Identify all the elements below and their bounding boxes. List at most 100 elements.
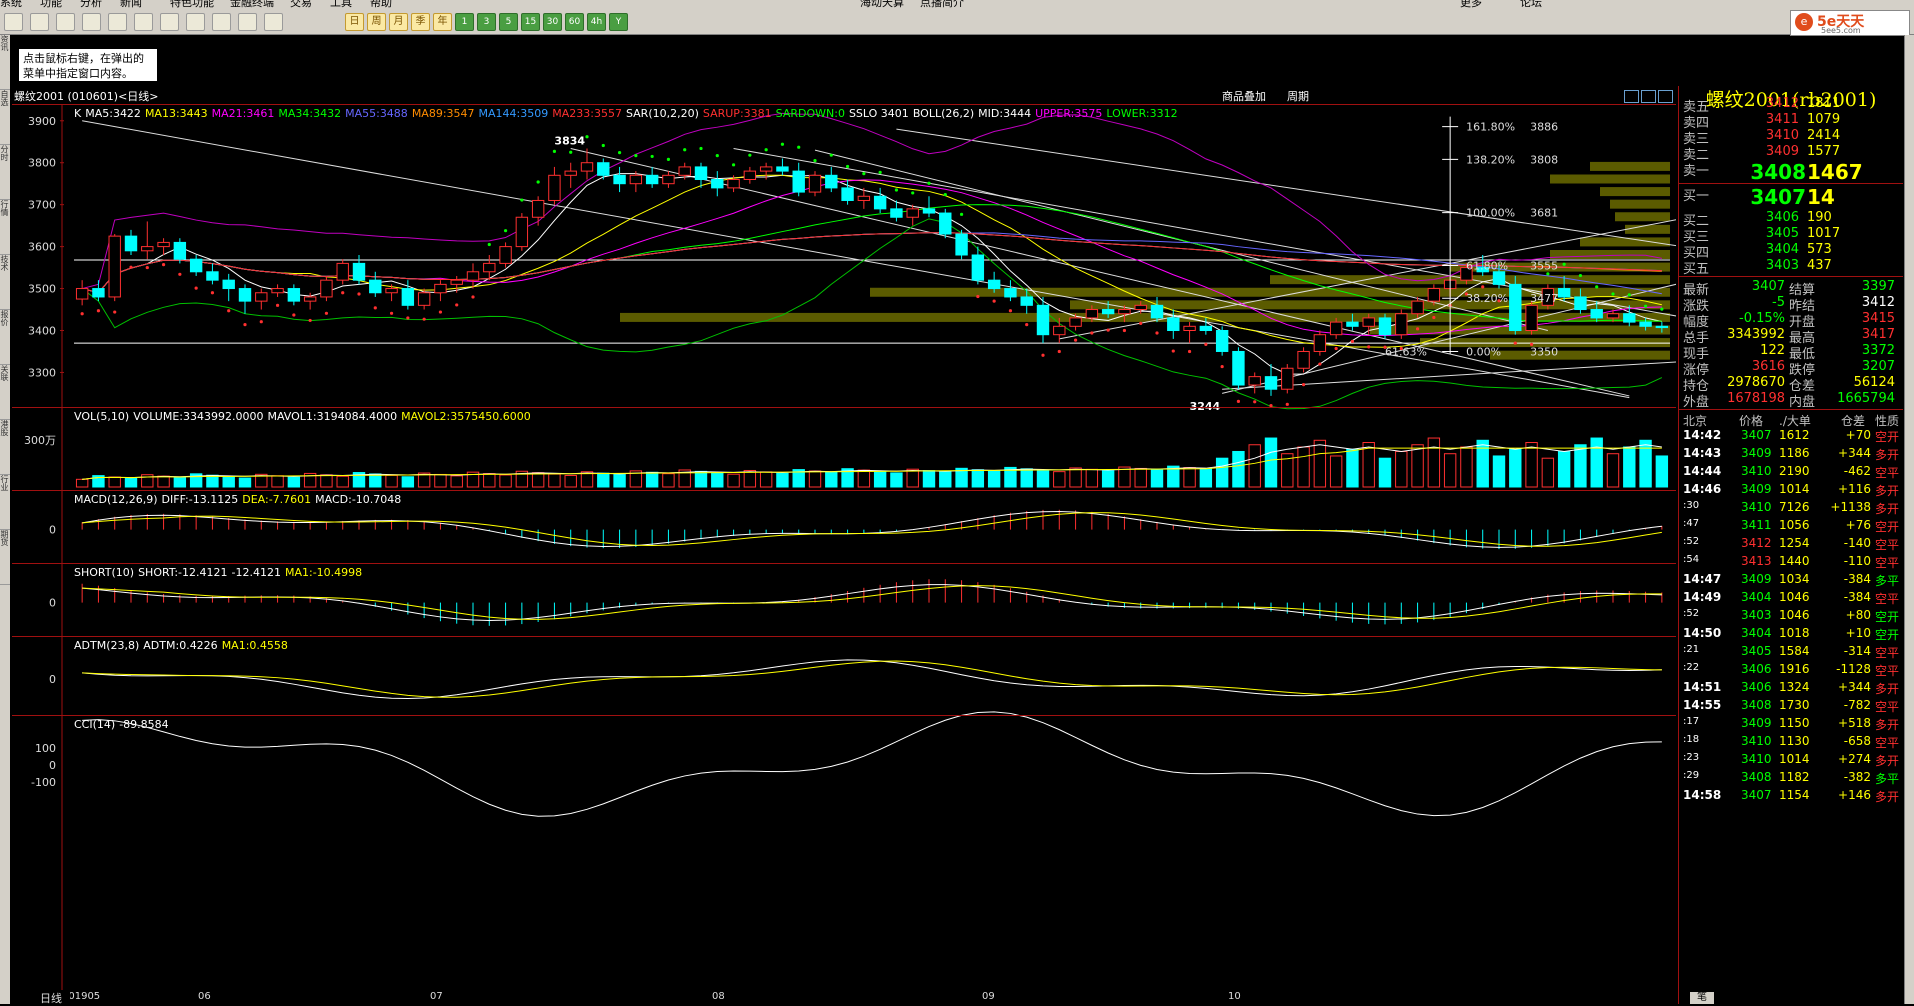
trade-oi-change: -314 bbox=[1843, 644, 1871, 658]
stat-value: -5 bbox=[1772, 295, 1785, 310]
chart-icon[interactable] bbox=[82, 13, 101, 31]
trade-type: 多开 bbox=[1875, 682, 1900, 696]
trade-time: :21 bbox=[1683, 644, 1700, 655]
menu-item[interactable]: 系统 bbox=[0, 0, 22, 8]
trades-header-cell: 北京 bbox=[1683, 414, 1708, 428]
sidebar-tab[interactable]: 关联 bbox=[0, 365, 10, 420]
sidebar-tab[interactable]: 资讯 bbox=[0, 35, 10, 90]
trade-volume: 1254 bbox=[1779, 536, 1810, 550]
trade-price: 3406 bbox=[1741, 662, 1772, 676]
period-link[interactable]: 周期 bbox=[1287, 88, 1309, 104]
ask1-row-volume: 1467 bbox=[1807, 160, 1863, 184]
period-button[interactable]: 年 bbox=[433, 13, 452, 31]
period-button[interactable]: 15 bbox=[521, 13, 540, 31]
sidebar-tab[interactable]: 行情 bbox=[0, 200, 10, 255]
list-icon[interactable] bbox=[238, 13, 257, 31]
sidebar-tab[interactable]: 报价 bbox=[0, 310, 10, 365]
sidebar-tab[interactable]: 港股 bbox=[0, 420, 10, 475]
compare-icon[interactable] bbox=[212, 13, 231, 31]
trade-price: 3409 bbox=[1741, 716, 1772, 730]
indicator-label: SSLO 3401 bbox=[848, 107, 909, 120]
menu-item[interactable]: 更多 bbox=[1460, 0, 1482, 8]
period-button[interactable]: Y bbox=[609, 13, 628, 31]
news-icon[interactable] bbox=[56, 13, 75, 31]
indicator-label: SARUP:3381 bbox=[702, 107, 772, 120]
trade-volume: 1046 bbox=[1779, 590, 1810, 604]
trade-time: 14:50 bbox=[1683, 626, 1722, 640]
sidebar-tab[interactable]: 分时 bbox=[0, 145, 10, 200]
menu-item[interactable]: 工具 bbox=[330, 0, 352, 8]
ticks-tab[interactable]: 笔 bbox=[1690, 992, 1714, 1004]
trade-price: 3409 bbox=[1741, 446, 1772, 460]
stat-value: 3412 bbox=[1861, 295, 1895, 310]
trade-oi-change: +70 bbox=[1845, 428, 1871, 442]
trade-time: 14:44 bbox=[1683, 464, 1722, 478]
logo-subtext: 5ee5.com bbox=[1821, 26, 1861, 35]
filter-icon[interactable] bbox=[186, 13, 205, 31]
sidebar-tab[interactable]: 行业 bbox=[0, 475, 10, 530]
pen-icon[interactable] bbox=[160, 13, 179, 31]
trade-oi-change: -382 bbox=[1843, 770, 1871, 784]
menu-item[interactable]: 功能 bbox=[40, 0, 62, 8]
trade-volume: 1130 bbox=[1779, 734, 1810, 748]
x-tick-label: 09 bbox=[982, 991, 995, 1002]
sidebar-tab[interactable]: 期货 bbox=[0, 530, 10, 585]
indicator-label: MACD:-10.7048 bbox=[315, 493, 402, 506]
stat-value: 2978670 bbox=[1727, 375, 1785, 390]
menu-item[interactable]: 新闻 bbox=[120, 0, 142, 8]
trade-type: 空开 bbox=[1875, 430, 1900, 444]
trade-price: 3405 bbox=[1741, 644, 1772, 658]
indicator-label: MA55:3488 bbox=[345, 107, 408, 120]
trade-oi-change: +274 bbox=[1838, 752, 1871, 766]
home-icon[interactable] bbox=[30, 13, 49, 31]
x-tick-label: 07 bbox=[430, 991, 443, 1002]
bid-volume: 573 bbox=[1807, 242, 1832, 257]
grid-icon[interactable] bbox=[264, 13, 283, 31]
zoom-icon[interactable] bbox=[134, 13, 153, 31]
restore-icon[interactable] bbox=[1658, 90, 1673, 103]
period-button[interactable]: 日 bbox=[345, 13, 364, 31]
period-day-label[interactable]: 日线 bbox=[40, 990, 70, 1005]
period-button[interactable]: 季 bbox=[411, 13, 430, 31]
right-scrollbar[interactable] bbox=[1904, 35, 1914, 1004]
period-button[interactable]: 30 bbox=[543, 13, 562, 31]
divider bbox=[1679, 409, 1903, 410]
menu-item[interactable]: 分析 bbox=[80, 0, 102, 8]
overlay-link[interactable]: 商品叠加 bbox=[1222, 88, 1266, 104]
menu-item[interactable]: 点播简介 bbox=[920, 0, 964, 8]
menu-item[interactable]: 交易 bbox=[290, 0, 312, 8]
stat-value: 3417 bbox=[1861, 327, 1895, 342]
period-button[interactable]: 4h bbox=[587, 13, 606, 31]
stat-value: 122 bbox=[1760, 343, 1785, 358]
sidebar-tab[interactable]: 技术 bbox=[0, 255, 10, 310]
sidebar-tab[interactable]: 自选 bbox=[0, 90, 10, 145]
search-icon[interactable] bbox=[108, 13, 127, 31]
indicator-label: DEA:-7.7601 bbox=[242, 493, 312, 506]
trade-volume: 1730 bbox=[1779, 698, 1810, 712]
menu-item[interactable]: 论坛 bbox=[1520, 0, 1542, 8]
menu-item[interactable]: 特色功能 bbox=[170, 0, 214, 8]
period-button[interactable]: 3 bbox=[477, 13, 496, 31]
trade-time: 14:49 bbox=[1683, 590, 1722, 604]
indicator-label: MA34:3432 bbox=[278, 107, 342, 120]
zoom-out-icon[interactable] bbox=[1624, 90, 1639, 103]
menu-item[interactable]: 海动天算 bbox=[860, 0, 904, 8]
period-button[interactable]: 月 bbox=[389, 13, 408, 31]
indicator-label: MAVOL2:3575450.6000 bbox=[401, 410, 531, 423]
trade-type: 多开 bbox=[1875, 790, 1900, 804]
period-button[interactable]: 5 bbox=[499, 13, 518, 31]
bid-label: 买五 bbox=[1683, 262, 1710, 277]
period-button[interactable]: 60 bbox=[565, 13, 584, 31]
menu-item[interactable]: 帮助 bbox=[370, 0, 392, 8]
trade-price: 3413 bbox=[1741, 554, 1772, 568]
zoom-in-icon[interactable] bbox=[1641, 90, 1656, 103]
bid-volume: 437 bbox=[1807, 258, 1832, 273]
back-icon[interactable] bbox=[4, 13, 23, 31]
indicator-label: ADTM:0.4226 bbox=[143, 639, 218, 652]
period-button[interactable]: 1 bbox=[455, 13, 474, 31]
indicator-label: DIFF:-13.1125 bbox=[161, 493, 239, 506]
indicator-label: SARDOWN:0 bbox=[775, 107, 845, 120]
bid-volume: 1017 bbox=[1807, 226, 1841, 241]
menu-item[interactable]: 金融终端 bbox=[230, 0, 274, 8]
period-button[interactable]: 周 bbox=[367, 13, 386, 31]
